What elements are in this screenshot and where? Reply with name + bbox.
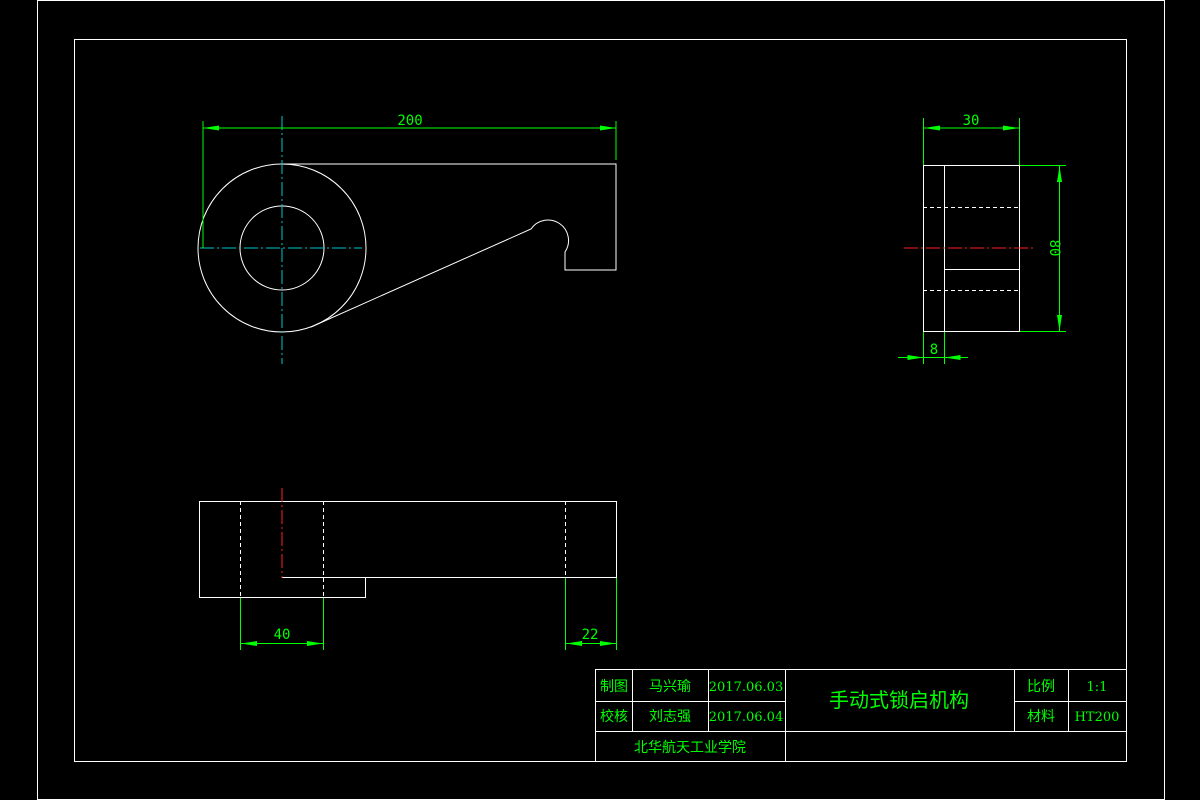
drawn-by-name: 马兴瑜	[649, 679, 691, 695]
dimension-200-label: 200	[397, 113, 422, 129]
checked-date: 2017.06.04	[709, 710, 783, 725]
material-value: HT200	[1075, 710, 1120, 725]
front-view: 200	[197, 113, 617, 364]
side-view: 30 80 8	[898, 113, 1066, 364]
title-block: 制图 马兴瑜 2017.06.03 校核 刘志强 2017.06.04 手动式锁…	[595, 669, 1127, 762]
dimension-200: 200	[202, 113, 617, 248]
scale-label: 比例	[1027, 679, 1055, 695]
drawing-sheet: 200 30 80 8 40 22 制图 马兴瑜 2017.06.03 校核 刘…	[37, 0, 1165, 800]
institution-name: 北华航天工业学院	[634, 740, 746, 756]
dimension-40: 40	[240, 598, 324, 650]
drawn-label: 制图	[600, 679, 628, 695]
drawing-title: 手动式锁启机构	[829, 688, 969, 712]
material-label: 材料	[1027, 709, 1055, 725]
dimension-30: 30	[923, 113, 1020, 165]
checked-by-name: 刘志强	[649, 709, 691, 725]
top-view: 40 22	[199, 488, 617, 650]
drawn-date: 2017.06.03	[709, 680, 783, 695]
dimension-30-label: 30	[963, 113, 980, 129]
dimension-22-label: 22	[582, 627, 599, 643]
front-arm-outline	[282, 163, 617, 328]
dimension-8: 8	[898, 332, 968, 364]
checked-label: 校核	[600, 708, 628, 725]
scale-value: 1:1	[1087, 680, 1108, 695]
top-outline	[199, 501, 617, 598]
dimension-40-label: 40	[274, 627, 291, 643]
dimension-8-label: 8	[930, 342, 938, 358]
dimension-80-label: 80	[1046, 240, 1062, 257]
dimension-22: 22	[565, 578, 617, 650]
inner-frame	[74, 39, 1127, 762]
